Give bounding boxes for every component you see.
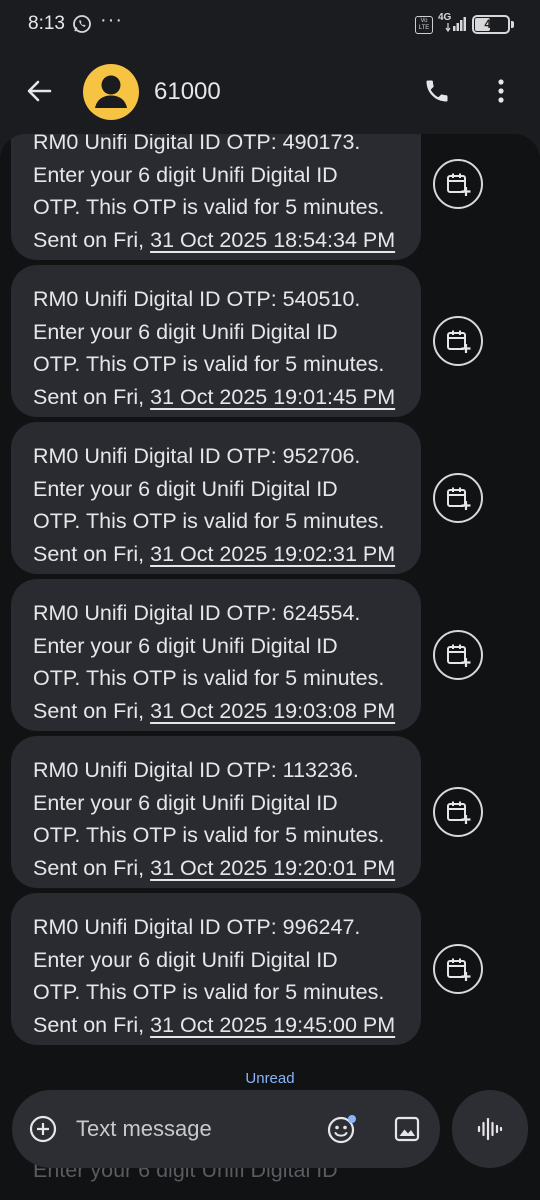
- message-text: RM0 Unifi Digital ID OTP: 624554. Enter …: [33, 597, 418, 727]
- message-sent-line: Sent on Fri, 31 Oct 2025 19:03:08 PM: [33, 695, 418, 728]
- message-text: RM0 Unifi Digital ID OTP: 540510. Enter …: [33, 283, 418, 413]
- calendar-add-icon: [447, 958, 471, 981]
- whatsapp-icon: [73, 15, 91, 33]
- calendar-add-icon: [447, 644, 471, 667]
- add-attachment-button[interactable]: [28, 1114, 58, 1144]
- status-bar: 8:13 ··· Vo LTE 4G 48: [0, 0, 540, 50]
- message-line: Enter your 6 digit Unifi Digital ID: [33, 790, 338, 815]
- more-vert-icon: [498, 79, 504, 103]
- battery-percent: 48: [484, 17, 498, 31]
- add-to-calendar-button[interactable]: [433, 944, 483, 994]
- messages-screen: 8:13 ··· Vo LTE 4G 48 61000 RM0 Unifi Di…: [0, 0, 540, 1200]
- emoji-button[interactable]: [325, 1112, 359, 1146]
- message-line: OTP. This OTP is valid for 5 minutes.: [33, 509, 385, 533]
- compose-bar: [12, 1090, 440, 1168]
- calendar-add-icon: [447, 801, 471, 824]
- calendar-add-icon: [447, 173, 471, 196]
- message-sent-line: Sent on Fri, 31 Oct 2025 19:01:45 PM: [33, 381, 418, 414]
- status-time: 8:13: [28, 13, 65, 34]
- sent-date-link[interactable]: 31 Oct 2025 18:54:34 PM: [150, 228, 395, 252]
- sent-prefix: Sent on Fri,: [33, 1012, 151, 1037]
- message-line: RM0 Unifi Digital ID OTP: 540510.: [33, 287, 361, 311]
- sent-date-link[interactable]: 31 Oct 2025 19:02:31 PM: [150, 542, 395, 566]
- back-button[interactable]: [18, 70, 60, 112]
- battery-tip: [511, 21, 514, 28]
- message-line: RM0 Unifi Digital ID OTP: 490173.: [33, 134, 361, 154]
- voice-message-button[interactable]: [452, 1090, 528, 1168]
- message-text: RM0 Unifi Digital ID OTP: 490173. Enter …: [33, 134, 418, 256]
- message-bubble[interactable]: RM0 Unifi Digital ID OTP: 113236. Enter …: [11, 736, 421, 888]
- calendar-add-icon: [447, 330, 471, 353]
- person-icon: [95, 75, 127, 108]
- message-row: RM0 Unifi Digital ID OTP: 490173. Enter …: [0, 134, 540, 260]
- message-bubble[interactable]: RM0 Unifi Digital ID OTP: 952706. Enter …: [11, 422, 421, 574]
- sent-prefix: Sent on Fri,: [33, 541, 151, 566]
- message-sent-line: Sent on Fri, 31 Oct 2025 19:02:31 PM: [33, 538, 418, 571]
- message-bubble[interactable]: RM0 Unifi Digital ID OTP: 540510. Enter …: [11, 265, 421, 417]
- message-sent-line: Sent on Fri, 31 Oct 2025 19:45:00 PM: [33, 1009, 418, 1042]
- message-line: OTP. This OTP is valid for 5 minutes.: [33, 823, 385, 847]
- message-line: OTP. This OTP is valid for 5 minutes.: [33, 980, 385, 1004]
- more-options-button[interactable]: [484, 72, 518, 110]
- voice-waveform-icon: [477, 1117, 503, 1141]
- message-line: RM0 Unifi Digital ID OTP: 624554.: [33, 601, 361, 625]
- message-text: RM0 Unifi Digital ID OTP: 996247. Enter …: [33, 911, 418, 1041]
- message-row: RM0 Unifi Digital ID OTP: 540510. Enter …: [0, 265, 540, 417]
- battery-icon: 48: [472, 15, 510, 34]
- message-sent-line: Sent on Fri, 31 Oct 2025 19:20:01 PM: [33, 852, 418, 885]
- calendar-add-icon: [447, 487, 471, 510]
- add-to-calendar-button[interactable]: [433, 159, 483, 209]
- sent-prefix: Sent on Fri,: [33, 384, 151, 409]
- volte-icon: Vo LTE: [415, 16, 433, 34]
- sent-date-link[interactable]: 31 Oct 2025 19:20:01 PM: [150, 856, 395, 880]
- message-line: OTP. This OTP is valid for 5 minutes.: [33, 666, 385, 690]
- message-row: RM0 Unifi Digital ID OTP: 996247. Enter …: [0, 893, 540, 1045]
- message-bubble[interactable]: RM0 Unifi Digital ID OTP: 490173. Enter …: [11, 134, 421, 260]
- message-line: Enter your 6 digit Unifi Digital ID: [33, 162, 338, 187]
- emoji-icon: [327, 1115, 356, 1144]
- message-row: RM0 Unifi Digital ID OTP: 952706. Enter …: [0, 422, 540, 574]
- message-line: OTP. This OTP is valid for 5 minutes.: [33, 195, 385, 219]
- sent-date-link[interactable]: 31 Oct 2025 19:03:08 PM: [150, 699, 395, 723]
- message-line: Enter your 6 digit Unifi Digital ID: [33, 947, 338, 972]
- message-line: OTP. This OTP is valid for 5 minutes.: [33, 352, 385, 376]
- message-line: RM0 Unifi Digital ID OTP: 952706.: [33, 444, 361, 468]
- message-line: RM0 Unifi Digital ID OTP: 113236.: [33, 758, 359, 782]
- sent-date-link[interactable]: 31 Oct 2025 19:01:45 PM: [150, 385, 395, 409]
- message-row: RM0 Unifi Digital ID OTP: 624554. Enter …: [0, 579, 540, 731]
- conversation-list[interactable]: RM0 Unifi Digital ID OTP: 490173. Enter …: [0, 134, 540, 1200]
- message-bubble[interactable]: RM0 Unifi Digital ID OTP: 624554. Enter …: [11, 579, 421, 731]
- add-to-calendar-button[interactable]: [433, 316, 483, 366]
- contact-name[interactable]: 61000: [154, 78, 221, 106]
- sent-prefix: Sent on Fri,: [33, 698, 151, 723]
- message-text: RM0 Unifi Digital ID OTP: 113236. Enter …: [33, 754, 418, 884]
- unread-divider: Unread: [245, 1070, 295, 1087]
- attach-image-button[interactable]: [390, 1112, 424, 1146]
- call-button[interactable]: [418, 72, 456, 110]
- signal-icon: [445, 17, 466, 32]
- message-bubble[interactable]: RM0 Unifi Digital ID OTP: 996247. Enter …: [11, 893, 421, 1045]
- message-sent-line: Sent on Fri, 31 Oct 2025 18:54:34 PM: [33, 224, 418, 257]
- sent-prefix: Sent on Fri,: [33, 227, 151, 252]
- arrow-back-icon: [27, 80, 52, 102]
- message-text: RM0 Unifi Digital ID OTP: 952706. Enter …: [33, 440, 418, 570]
- message-line: Enter your 6 digit Unifi Digital ID: [33, 633, 338, 658]
- avatar[interactable]: [83, 64, 139, 120]
- add-to-calendar-button[interactable]: [433, 630, 483, 680]
- sent-date-link[interactable]: 31 Oct 2025 19:45:00 PM: [150, 1013, 395, 1037]
- message-row: RM0 Unifi Digital ID OTP: 113236. Enter …: [0, 736, 540, 888]
- add-to-calendar-button[interactable]: [433, 787, 483, 837]
- message-line: Enter your 6 digit Unifi Digital ID: [33, 319, 338, 344]
- add-circle-icon: [29, 1115, 57, 1143]
- add-to-calendar-button[interactable]: [433, 473, 483, 523]
- image-icon: [394, 1116, 420, 1142]
- message-line: Enter your 6 digit Unifi Digital ID: [33, 476, 338, 501]
- message-line: RM0 Unifi Digital ID OTP: 996247.: [33, 915, 361, 939]
- sent-prefix: Sent on Fri,: [33, 855, 151, 880]
- message-input[interactable]: [76, 1112, 306, 1146]
- app-bar: 61000: [0, 50, 540, 136]
- phone-icon: [426, 80, 448, 102]
- more-notifications-icon: ···: [100, 9, 123, 31]
